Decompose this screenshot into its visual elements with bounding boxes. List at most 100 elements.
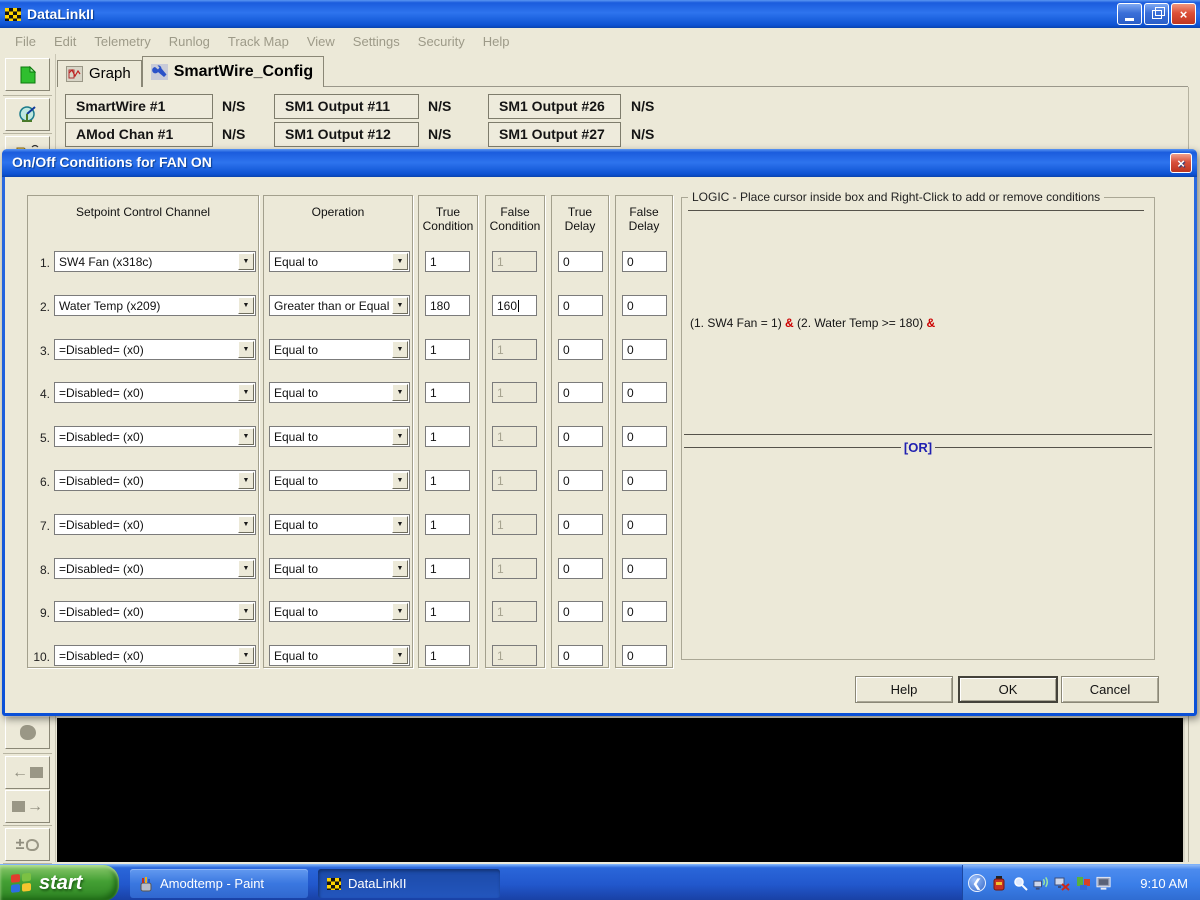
false-condition-input[interactable]: 1 (492, 601, 537, 622)
cancel-button[interactable]: Cancel (1061, 676, 1159, 703)
setpoint-channel-select[interactable]: =Disabled= (x0)▼ (54, 470, 256, 491)
operation-select[interactable]: Equal to▼ (269, 601, 410, 622)
operation-select[interactable]: Equal to▼ (269, 339, 410, 360)
true-delay-input[interactable]: 0 (558, 645, 603, 666)
menu-trackmap[interactable]: Track Map (219, 31, 298, 52)
false-delay-input[interactable]: 0 (622, 382, 667, 403)
menu-file[interactable]: File (6, 31, 45, 52)
operation-select[interactable]: Equal to▼ (269, 558, 410, 579)
true-delay-input[interactable]: 0 (558, 426, 603, 447)
true-condition-input[interactable]: 180 (425, 295, 470, 316)
false-delay-input[interactable]: 0 (622, 645, 667, 666)
zoom-region-button[interactable]: ± (5, 828, 50, 861)
channel-cell[interactable]: SM1 Output #12 (274, 122, 419, 147)
false-condition-input[interactable]: 1 (492, 426, 537, 447)
false-delay-input[interactable]: 0 (622, 426, 667, 447)
true-condition-input[interactable]: 1 (425, 470, 470, 491)
tray-chevron-icon[interactable]: ❮ (968, 874, 986, 892)
false-delay-input[interactable]: 0 (622, 470, 667, 491)
dialog-close-button[interactable]: × (1170, 153, 1192, 173)
setpoint-channel-select[interactable]: =Disabled= (x0)▼ (54, 426, 256, 447)
setpoint-channel-select[interactable]: =Disabled= (x0)▼ (54, 514, 256, 535)
channel-cell[interactable]: SM1 Output #27 (488, 122, 621, 147)
ok-button[interactable]: OK (958, 676, 1058, 703)
setpoint-channel-select[interactable]: =Disabled= (x0)▼ (54, 601, 256, 622)
true-condition-input[interactable]: 1 (425, 251, 470, 272)
false-condition-input[interactable]: 1 (492, 514, 537, 535)
true-delay-input[interactable]: 0 (558, 514, 603, 535)
true-delay-input[interactable]: 0 (558, 382, 603, 403)
true-delay-input[interactable]: 0 (558, 339, 603, 360)
task-datalink[interactable]: DataLinkII (318, 869, 500, 898)
operation-select[interactable]: Equal to▼ (269, 426, 410, 447)
channel-cell[interactable]: SM1 Output #26 (488, 94, 621, 119)
channel-cell[interactable]: SmartWire #1 (65, 94, 213, 119)
true-delay-input[interactable]: 0 (558, 601, 603, 622)
false-delay-input[interactable]: 0 (622, 295, 667, 316)
false-condition-input[interactable]: 1 (492, 339, 537, 360)
new-file-button[interactable] (5, 58, 50, 91)
false-delay-input[interactable]: 0 (622, 514, 667, 535)
false-condition-input[interactable]: 1 (492, 558, 537, 579)
true-condition-input[interactable]: 1 (425, 558, 470, 579)
display-settings-icon[interactable] (1075, 875, 1091, 891)
shift-right-button[interactable]: → (5, 790, 50, 823)
operation-select[interactable]: Equal to▼ (269, 251, 410, 272)
shift-left-button[interactable]: ← (5, 756, 50, 789)
false-condition-input[interactable]: 1 (492, 382, 537, 403)
logic-groupbox[interactable]: LOGIC - Place cursor inside box and Righ… (681, 197, 1155, 660)
operation-select[interactable]: Equal to▼ (269, 514, 410, 535)
menu-security[interactable]: Security (409, 31, 474, 52)
restore-button[interactable] (1144, 3, 1169, 25)
telemetry-button[interactable] (5, 98, 50, 131)
channel-cell[interactable]: SM1 Output #11 (274, 94, 419, 119)
false-condition-input[interactable]: 1 (492, 470, 537, 491)
tab-smartwire-config[interactable]: SmartWire_Config (142, 56, 324, 87)
true-condition-input[interactable]: 1 (425, 601, 470, 622)
task-paint[interactable]: Amodtemp - Paint (130, 869, 308, 898)
operation-select[interactable]: Equal to▼ (269, 470, 410, 491)
true-delay-input[interactable]: 0 (558, 251, 603, 272)
graph-view-area[interactable] (57, 718, 1185, 862)
operation-select[interactable]: Equal to▼ (269, 645, 410, 666)
true-condition-input[interactable]: 1 (425, 339, 470, 360)
tab-graph[interactable]: Graph (57, 60, 142, 87)
magnifier-icon[interactable] (1012, 875, 1028, 891)
false-condition-input[interactable]: 1 (492, 645, 537, 666)
true-delay-input[interactable]: 0 (558, 558, 603, 579)
setpoint-channel-select[interactable]: SW4 Fan (x318c)▼ (54, 251, 256, 272)
monitor-icon[interactable] (1096, 875, 1112, 891)
setpoint-channel-select[interactable]: =Disabled= (x0)▼ (54, 558, 256, 579)
true-condition-input[interactable]: 1 (425, 382, 470, 403)
dialog-titlebar[interactable]: On/Off Conditions for FAN ON × (2, 149, 1197, 177)
setpoint-channel-select[interactable]: =Disabled= (x0)▼ (54, 645, 256, 666)
true-condition-input[interactable]: 1 (425, 426, 470, 447)
true-condition-input[interactable]: 1 (425, 645, 470, 666)
false-delay-input[interactable]: 0 (622, 339, 667, 360)
wireless-network-icon[interactable] (1033, 875, 1049, 891)
battery-icon[interactable] (991, 875, 1007, 891)
operation-select[interactable]: Equal to▼ (269, 382, 410, 403)
start-button[interactable]: start (0, 865, 119, 900)
true-delay-input[interactable]: 0 (558, 470, 603, 491)
marker-button[interactable] (5, 716, 50, 749)
menu-edit[interactable]: Edit (45, 31, 85, 52)
channel-cell[interactable]: AMod Chan #1 (65, 122, 213, 147)
menu-settings[interactable]: Settings (344, 31, 409, 52)
network-disconnected-icon[interactable] (1054, 875, 1070, 891)
false-delay-input[interactable]: 0 (622, 251, 667, 272)
false-condition-input[interactable]: 1 (492, 251, 537, 272)
false-condition-input[interactable]: 160 (492, 295, 537, 316)
setpoint-channel-select[interactable]: =Disabled= (x0)▼ (54, 382, 256, 403)
menu-help[interactable]: Help (474, 31, 519, 52)
false-delay-input[interactable]: 0 (622, 558, 667, 579)
minimize-button[interactable] (1117, 3, 1142, 25)
true-condition-input[interactable]: 1 (425, 514, 470, 535)
menu-telemetry[interactable]: Telemetry (85, 31, 159, 52)
help-button[interactable]: Help (855, 676, 953, 703)
setpoint-channel-select[interactable]: =Disabled= (x0)▼ (54, 339, 256, 360)
true-delay-input[interactable]: 0 (558, 295, 603, 316)
close-button[interactable]: × (1171, 3, 1196, 25)
menu-view[interactable]: View (298, 31, 344, 52)
setpoint-channel-select[interactable]: Water Temp (x209)▼ (54, 295, 256, 316)
